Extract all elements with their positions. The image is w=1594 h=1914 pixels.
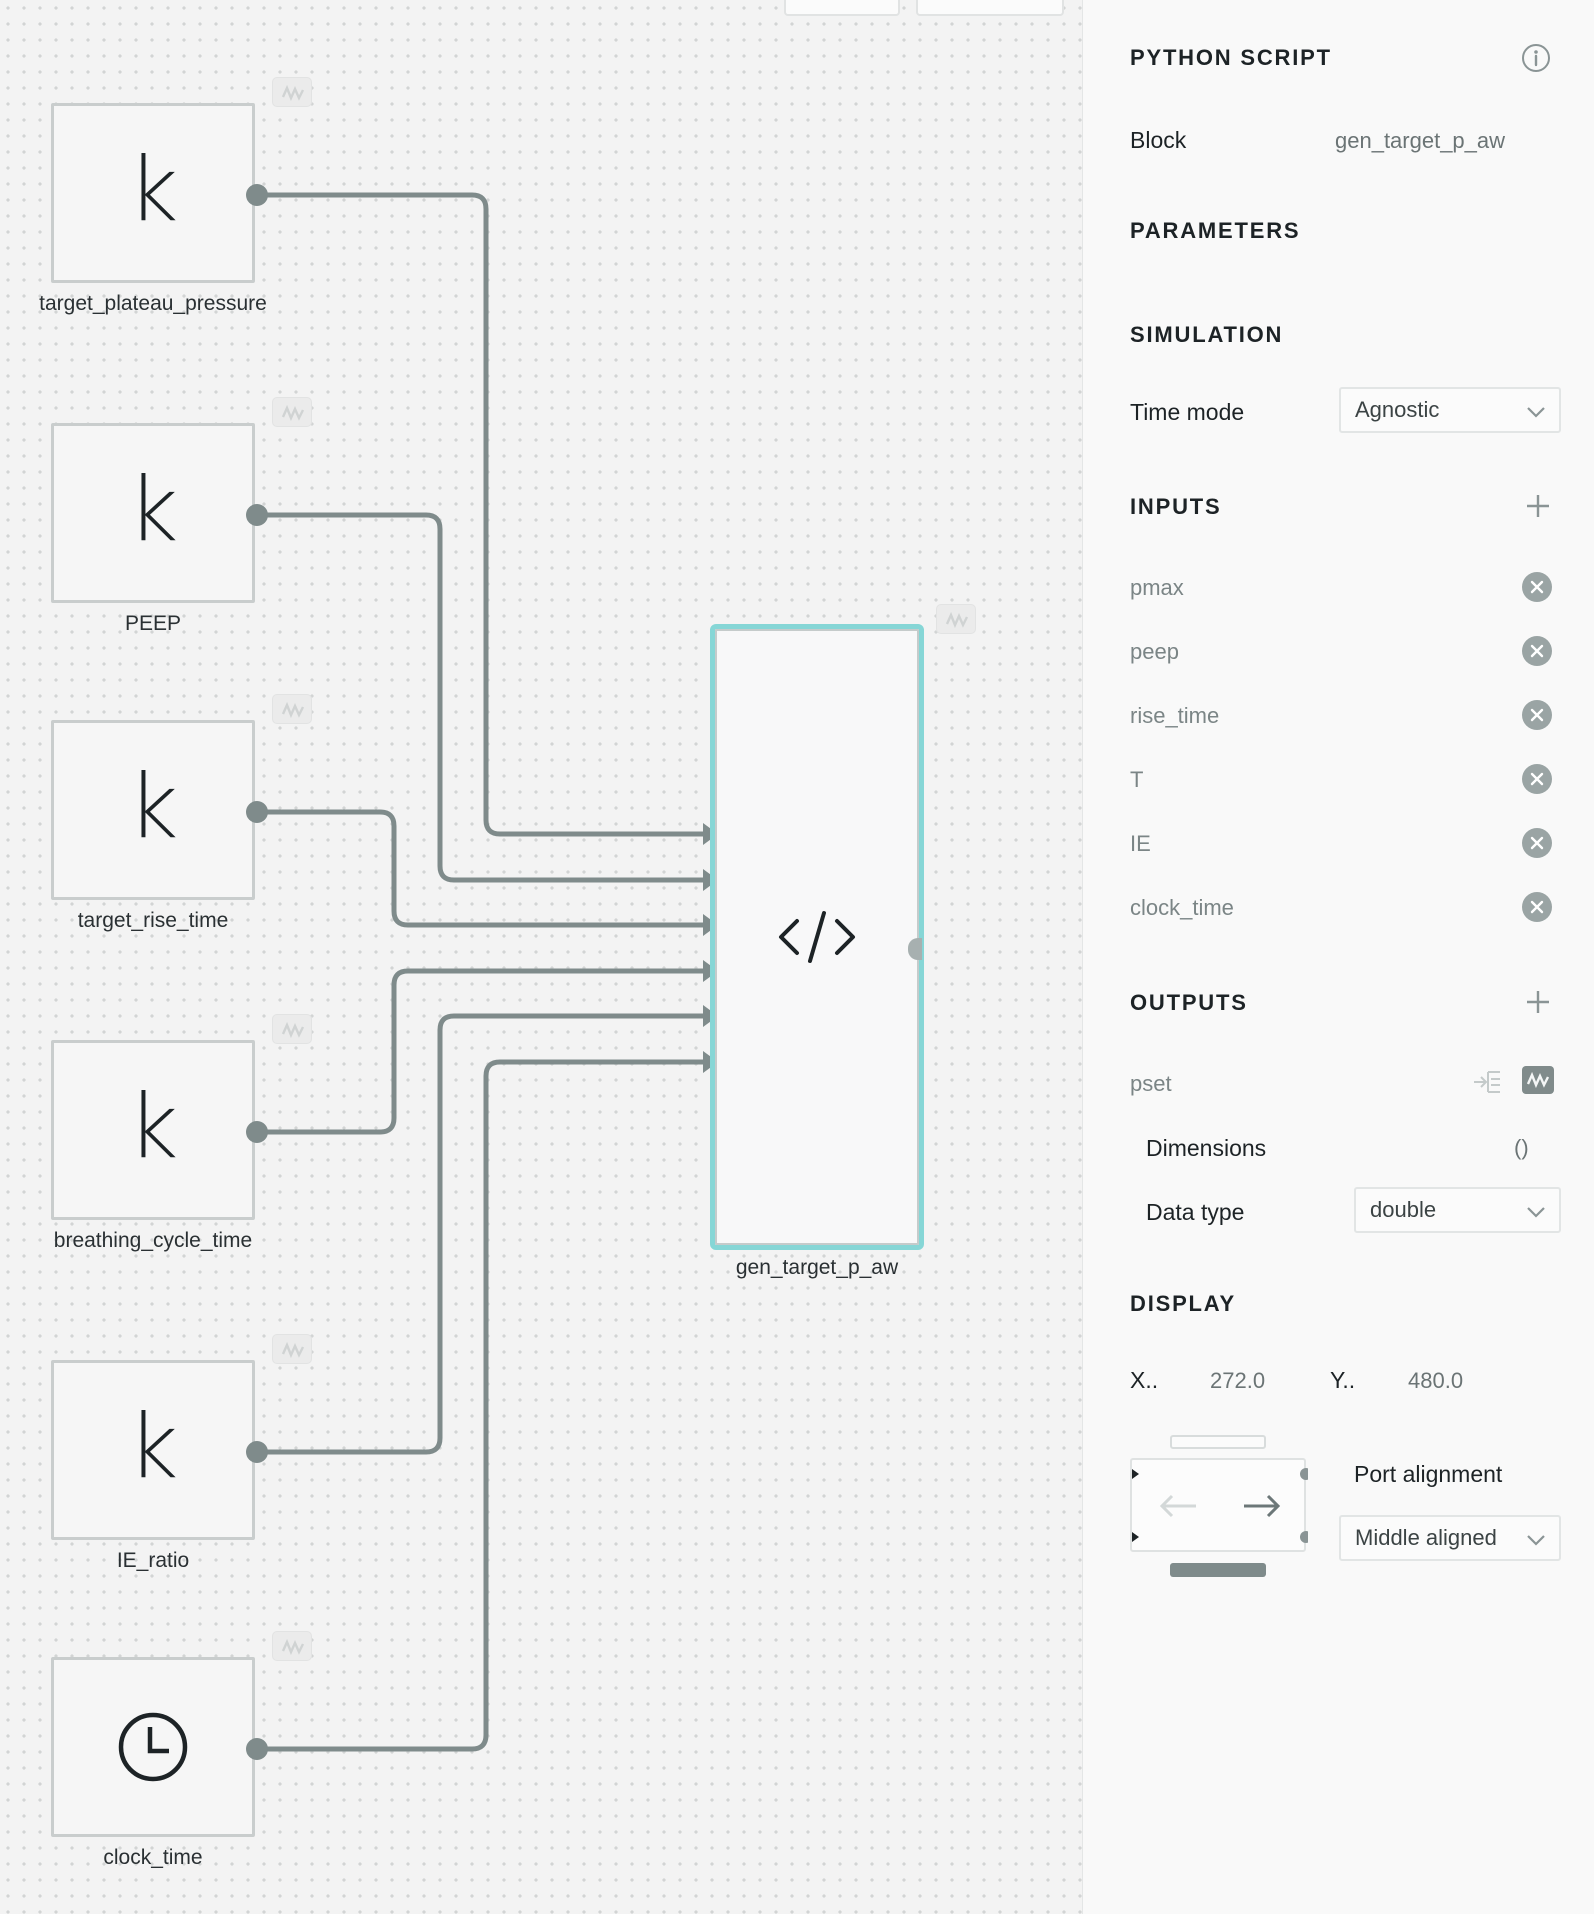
close-icon [1530, 580, 1544, 594]
constant-k-icon: k [127, 1075, 179, 1178]
dimensions-label: Dimensions [1146, 1135, 1267, 1161]
input-name[interactable]: peep [1130, 639, 1179, 665]
code-icon [779, 911, 855, 963]
close-icon [1530, 772, 1544, 786]
constant-block[interactable]: k [51, 1040, 255, 1220]
time-mode-label: Time mode [1130, 399, 1245, 425]
chevron-down-icon [1527, 1535, 1545, 1546]
python-block-label: gen_target_p_aw [735, 1256, 899, 1279]
connection-wire[interactable] [257, 968, 706, 1135]
output-port[interactable] [246, 1441, 268, 1463]
chevron-down-icon [1527, 407, 1545, 418]
dimensions-value[interactable]: () [1514, 1135, 1529, 1161]
diagram-canvas[interactable]: k target_plateau_pressure k PEEP k target_ris… [0, 0, 1082, 1914]
y-value-input[interactable]: 480.0 [1408, 1368, 1463, 1394]
remove-input-button[interactable] [1522, 572, 1552, 602]
python-script-block[interactable] [710, 624, 924, 1250]
constant-k-icon: k [127, 755, 179, 858]
output-port-route-icon[interactable] [1470, 1067, 1506, 1097]
signal-trace-icon[interactable] [272, 1334, 312, 1364]
alignment-arrows-icon [1132, 1468, 1312, 1543]
block-name-value[interactable]: gen_target_p_aw [1335, 128, 1505, 154]
x-value-input[interactable]: 272.0 [1210, 1368, 1265, 1394]
time-mode-value: Agnostic [1355, 397, 1440, 422]
inputs-title: INPUTS [1130, 494, 1222, 519]
port-alignment-select[interactable]: Middle aligned [1339, 1515, 1561, 1561]
block-label: IE_ratio [116, 1549, 190, 1572]
output-port[interactable] [246, 1121, 268, 1143]
remove-input-button[interactable] [1522, 892, 1552, 922]
close-icon [1530, 708, 1544, 722]
constant-block[interactable]: k [51, 1360, 255, 1540]
output-port[interactable] [246, 1738, 268, 1760]
remove-input-button[interactable] [1522, 636, 1552, 666]
input-name[interactable]: T [1130, 767, 1143, 793]
chevron-down-icon [1527, 1207, 1545, 1218]
block-label: PEEP [124, 612, 182, 635]
port-alignment-value: Middle aligned [1355, 1525, 1497, 1550]
block-label: target_plateau_pressure [39, 292, 267, 315]
constant-k-icon: k [127, 138, 179, 241]
input-name[interactable]: pmax [1130, 575, 1184, 601]
clock-icon [118, 1712, 188, 1782]
output-port[interactable] [246, 184, 268, 206]
outputs-title: OUTPUTS [1130, 990, 1248, 1015]
constant-k-icon: k [127, 1395, 179, 1498]
python-block-output-port[interactable] [908, 938, 922, 960]
panel-title: PYTHON SCRIPT [1130, 45, 1332, 70]
input-name[interactable]: rise_time [1130, 703, 1219, 729]
data-type-select[interactable]: double [1354, 1187, 1561, 1233]
output-port[interactable] [246, 504, 268, 526]
close-icon [1530, 836, 1544, 850]
signal-trace-icon[interactable] [272, 694, 312, 724]
alignment-bottom-bar[interactable] [1170, 1563, 1266, 1577]
output-port[interactable] [246, 801, 268, 823]
block-label: target_rise_time [77, 909, 229, 932]
data-type-label: Data type [1146, 1199, 1245, 1225]
simulation-title: SIMULATION [1130, 322, 1284, 347]
output-trace-icon[interactable] [1522, 1066, 1554, 1094]
constant-block[interactable]: k [51, 103, 255, 283]
block-label: clock_time [103, 1846, 203, 1869]
data-type-value: double [1370, 1197, 1437, 1222]
add-input-plus-icon[interactable] [1525, 493, 1551, 519]
input-name[interactable]: IE [1130, 831, 1151, 857]
close-icon [1530, 900, 1544, 914]
connection-wire[interactable] [257, 1013, 706, 1455]
constant-block[interactable] [51, 1657, 255, 1837]
alignment-top-bar [1170, 1435, 1266, 1449]
remove-input-button[interactable] [1522, 764, 1552, 794]
input-name[interactable]: clock_time [1130, 895, 1234, 921]
remove-input-button[interactable] [1522, 700, 1552, 730]
constant-block[interactable]: k [51, 423, 255, 603]
parameters-title: PARAMETERS [1130, 218, 1301, 243]
constant-k-icon: k [127, 458, 179, 561]
properties-panel [1082, 0, 1594, 1914]
connection-wire[interactable] [257, 809, 706, 928]
constant-block[interactable]: k [51, 720, 255, 900]
add-output-plus-icon[interactable] [1525, 989, 1551, 1015]
display-title: DISPLAY [1130, 1291, 1236, 1316]
block-label: breathing_cycle_time [53, 1229, 253, 1252]
connection-wire[interactable] [257, 512, 706, 883]
y-label: Y.. [1330, 1367, 1356, 1393]
connection-wire[interactable] [257, 1059, 706, 1752]
port-alignment-preview [1130, 1458, 1312, 1552]
signal-trace-icon[interactable] [272, 1631, 312, 1661]
output-name[interactable]: pset [1130, 1071, 1172, 1097]
info-icon[interactable] [1521, 43, 1551, 73]
signal-trace-icon[interactable] [272, 77, 312, 107]
block-label: Block [1130, 127, 1187, 153]
remove-input-button[interactable] [1522, 828, 1552, 858]
signal-trace-icon[interactable] [936, 604, 976, 634]
x-label: X.. [1130, 1367, 1159, 1393]
signal-trace-icon[interactable] [272, 397, 312, 427]
signal-trace-icon[interactable] [272, 1014, 312, 1044]
port-alignment-label: Port alignment [1354, 1461, 1503, 1487]
time-mode-select[interactable]: Agnostic [1339, 387, 1561, 433]
close-icon [1530, 644, 1544, 658]
